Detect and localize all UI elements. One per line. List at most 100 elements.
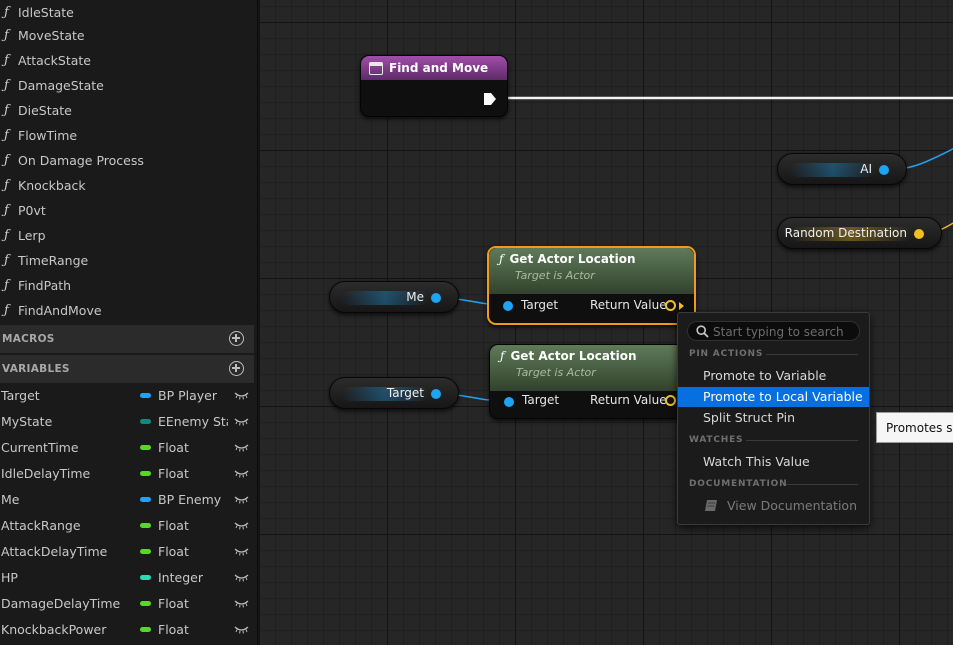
- variable-row[interactable]: CurrentTime Float: [0, 435, 254, 461]
- target-input-pin-icon[interactable]: [503, 301, 513, 311]
- variable-type: Float: [158, 440, 189, 455]
- variable-row[interactable]: IdleDelayTime Float: [0, 461, 254, 487]
- visibility-closed-eye-icon[interactable]: [234, 392, 249, 400]
- variable-row[interactable]: Me BP Enemy: [0, 487, 254, 513]
- return-value-pin-label: Return Value: [590, 298, 667, 312]
- event-node-title-text: Find and Move: [389, 61, 489, 75]
- variable-type-color-icon: [140, 523, 151, 528]
- variable-row[interactable]: DamageDelayTime Float: [0, 591, 254, 617]
- target-variable-node[interactable]: Target: [329, 377, 459, 409]
- function-label: DieState: [18, 102, 72, 118]
- variable-type: Float: [158, 518, 189, 533]
- target-node-label: Target: [386, 386, 424, 400]
- event-node-title: Find and Move: [361, 56, 507, 80]
- random-destination-variable-node[interactable]: Random Destination: [777, 217, 942, 249]
- blueprint-editor: ƒ IdleState ƒ MoveState ƒ AttackState ƒ Dama…: [0, 0, 953, 645]
- split-struct-pin-item[interactable]: Split Struct Pin: [678, 408, 869, 428]
- random-destination-label: Random Destination: [784, 226, 907, 240]
- function-item[interactable]: ƒ AttackState: [0, 48, 254, 72]
- function-icon: ƒ: [4, 177, 9, 193]
- variable-name: Me: [1, 492, 20, 507]
- visibility-closed-eye-icon[interactable]: [234, 444, 249, 452]
- watch-this-value-item[interactable]: Watch This Value: [678, 452, 869, 472]
- variable-type: EEnemy Sta: [158, 414, 228, 429]
- function-item[interactable]: ƒ MoveState: [0, 23, 254, 47]
- me-variable-node[interactable]: Me: [329, 281, 459, 313]
- function-icon: ƒ: [4, 202, 9, 218]
- visibility-closed-eye-icon[interactable]: [234, 418, 249, 426]
- vector-pin-icon[interactable]: [914, 229, 924, 239]
- macros-section-header[interactable]: MACROS: [0, 325, 254, 353]
- add-variable-icon[interactable]: [229, 361, 244, 376]
- variable-name: KnockbackPower: [1, 622, 107, 637]
- get-actor-location-node[interactable]: ƒ Get Actor Location Target is Actor Targ…: [489, 344, 694, 419]
- target-input-pin-icon[interactable]: [504, 397, 514, 407]
- function-item[interactable]: ƒ TimeRange: [0, 248, 254, 272]
- function-label: Lerp: [18, 227, 46, 243]
- function-item[interactable]: ƒ Lerp: [0, 223, 254, 247]
- view-documentation-item[interactable]: View Documentation: [678, 496, 869, 516]
- return-value-pin-icon[interactable]: [665, 300, 676, 311]
- visibility-closed-eye-icon[interactable]: [234, 548, 249, 556]
- function-node-header: ƒ Get Actor Location Target is Actor: [490, 345, 693, 391]
- pin-actions-section-label: PIN ACTIONS: [689, 349, 764, 359]
- object-pin-icon[interactable]: [431, 389, 441, 399]
- function-item[interactable]: ƒ DamageState: [0, 73, 254, 97]
- variable-name: AttackRange: [1, 518, 81, 533]
- variable-name: AttackDelayTime: [1, 544, 108, 559]
- add-macro-icon[interactable]: [229, 331, 244, 346]
- function-icon: ƒ: [500, 349, 505, 363]
- variable-type-color-icon: [140, 549, 151, 554]
- function-label: Knockback: [18, 177, 86, 193]
- visibility-closed-eye-icon[interactable]: [234, 600, 249, 608]
- function-item[interactable]: ƒ Knockback: [0, 173, 254, 197]
- menu-search-input[interactable]: [713, 324, 853, 339]
- variable-row[interactable]: Target BP Player: [0, 383, 254, 409]
- exec-out-pin-icon[interactable]: [483, 92, 497, 106]
- function-node-title-text: Get Actor Location: [510, 349, 637, 363]
- my-blueprint-panel: ƒ IdleState ƒ MoveState ƒ AttackState ƒ Dama…: [0, 0, 258, 645]
- function-icon: ƒ: [4, 77, 9, 93]
- object-pin-icon[interactable]: [879, 165, 889, 175]
- variable-type: Float: [158, 544, 189, 559]
- variable-row[interactable]: AttackRange Float: [0, 513, 254, 539]
- promote-to-local-variable-item[interactable]: Promote to Local Variable: [678, 387, 869, 407]
- function-item[interactable]: ƒ FindAndMove: [0, 298, 254, 322]
- function-item[interactable]: ƒ FindPath: [0, 273, 254, 297]
- function-item[interactable]: ƒ DieState: [0, 98, 254, 122]
- function-label: DamageState: [18, 77, 104, 93]
- function-label: FindPath: [18, 277, 72, 293]
- visibility-closed-eye-icon[interactable]: [234, 626, 249, 634]
- search-icon: [696, 325, 709, 338]
- variable-row[interactable]: HP Integer: [0, 565, 254, 591]
- menu-search-box[interactable]: [687, 321, 860, 341]
- variable-type: Float: [158, 622, 189, 637]
- function-icon: ƒ: [4, 252, 9, 268]
- visibility-closed-eye-icon[interactable]: [234, 574, 249, 582]
- visibility-closed-eye-icon[interactable]: [234, 522, 249, 530]
- function-item[interactable]: ƒ IdleState: [0, 0, 254, 24]
- section-divider: [766, 354, 858, 355]
- visibility-closed-eye-icon[interactable]: [234, 496, 249, 504]
- function-icon: ƒ: [4, 277, 9, 293]
- promote-to-variable-item[interactable]: Promote to Variable: [678, 366, 869, 386]
- get-actor-location-node-selected[interactable]: ƒ Get Actor Location Target is Actor Targ…: [487, 246, 696, 325]
- variables-section-header[interactable]: VARIABLES: [0, 355, 254, 383]
- variable-type-color-icon: [140, 575, 151, 580]
- variable-type-color-icon: [140, 393, 151, 398]
- object-pin-icon[interactable]: [431, 293, 441, 303]
- function-item[interactable]: ƒ On Damage Process: [0, 148, 254, 172]
- variable-row[interactable]: MyState EEnemy Sta: [0, 409, 254, 435]
- function-label: TimeRange: [18, 252, 89, 268]
- return-value-pin-icon[interactable]: [665, 395, 676, 406]
- variable-row[interactable]: KnockbackPower Float: [0, 617, 254, 643]
- visibility-closed-eye-icon[interactable]: [234, 470, 249, 478]
- ai-variable-node[interactable]: AI: [777, 153, 907, 185]
- find-and-move-event-node[interactable]: Find and Move: [360, 55, 508, 117]
- function-label: FindAndMove: [18, 302, 102, 318]
- variable-name: MyState: [1, 414, 53, 429]
- variable-row[interactable]: AttackDelayTime Float: [0, 539, 254, 565]
- function-item[interactable]: ƒ P0vt: [0, 198, 254, 222]
- variable-name: IdleDelayTime: [1, 466, 91, 481]
- function-item[interactable]: ƒ FlowTime: [0, 123, 254, 147]
